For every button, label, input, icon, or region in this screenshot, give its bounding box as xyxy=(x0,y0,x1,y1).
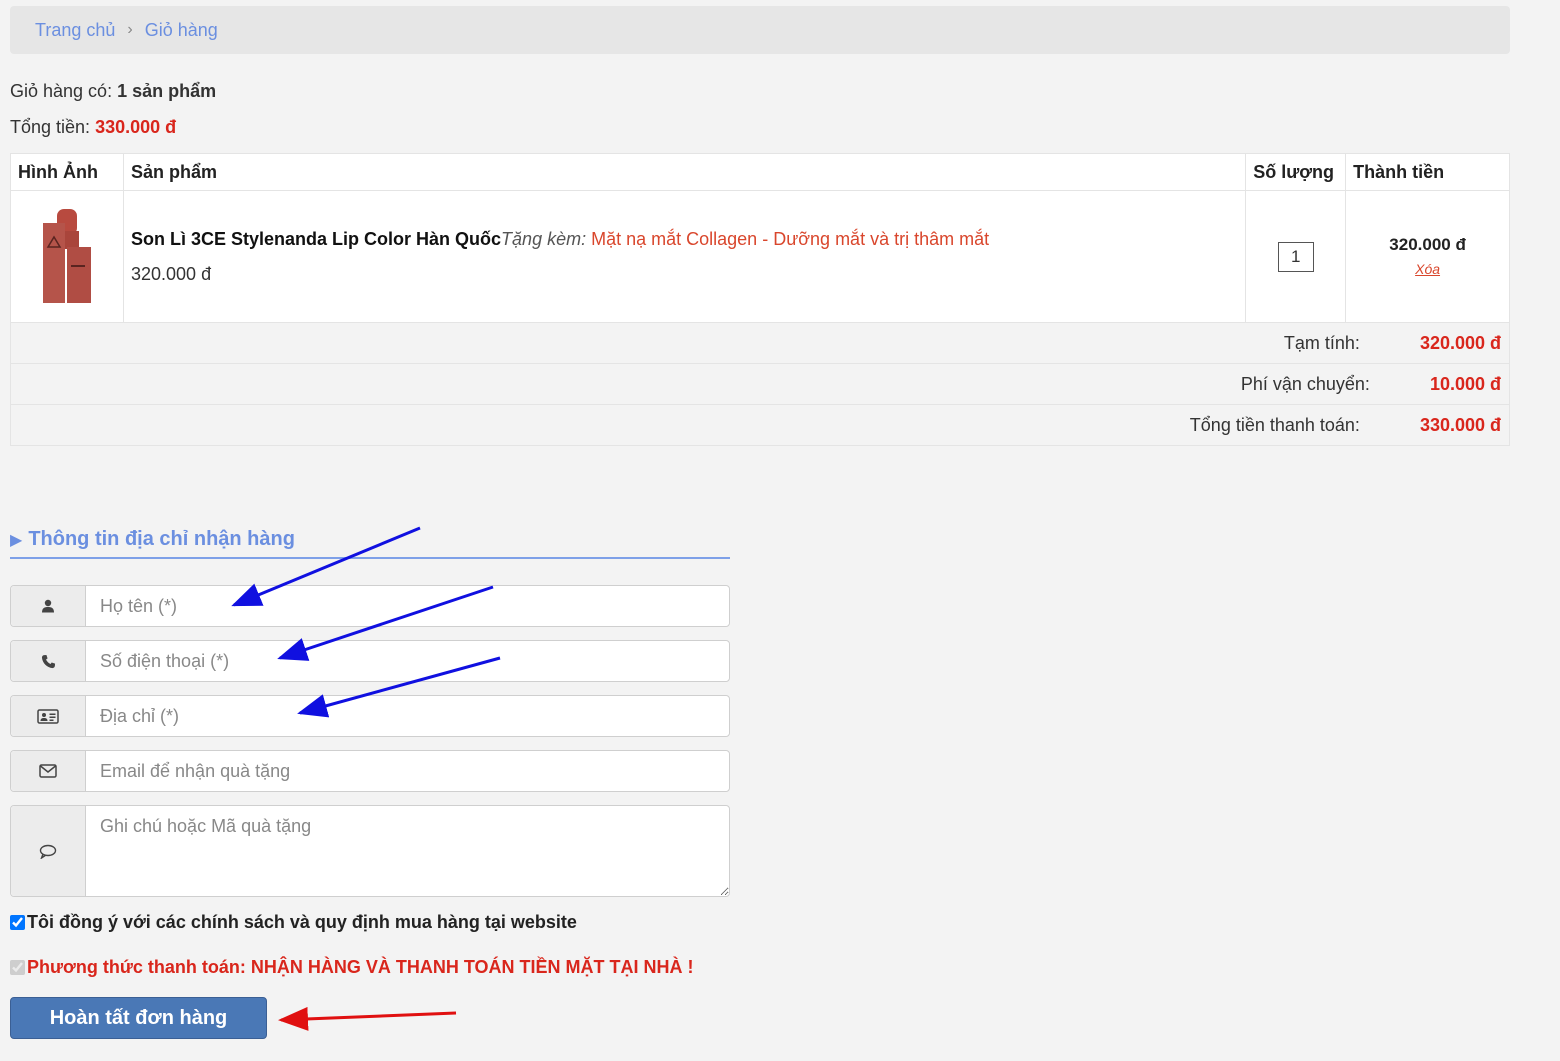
cart-count-value: 1 sản phẩm xyxy=(117,81,217,101)
comment-icon xyxy=(11,806,86,896)
breadcrumb-separator: › xyxy=(127,21,133,38)
envelope-icon xyxy=(11,751,86,791)
subtotal-label: Tạm tính: xyxy=(1283,332,1360,353)
email-field xyxy=(10,750,730,792)
grand-total-row: Tổng tiền thanh toán: 330.000 đ xyxy=(10,404,1510,446)
id-card-icon xyxy=(11,696,86,736)
name-field xyxy=(10,585,730,627)
qty-cell: 1 xyxy=(1245,190,1347,323)
cart-table-header: Hình Ảnh Sản phẩm Số lượng Thành tiền xyxy=(10,153,1510,191)
phone-field xyxy=(10,640,730,682)
grand-total-label: Tổng tiền thanh toán: xyxy=(1189,414,1360,435)
product-image[interactable] xyxy=(11,191,123,322)
gift-text: Mặt nạ mắt Collagen - Dưỡng mắt và trị t… xyxy=(591,228,990,249)
agree-policy-row[interactable]: Tôi đồng ý với các chính sách và quy địn… xyxy=(10,912,577,933)
shipping-fee-row: Phí vận chuyển: 10.000 đ xyxy=(10,363,1510,405)
breadcrumb: Trang chủ › Giỏ hàng xyxy=(10,6,1510,54)
line-total-value: 320.000 đ xyxy=(1389,234,1466,254)
phone-input[interactable] xyxy=(86,641,729,681)
breadcrumb-home-link[interactable]: Trang chủ xyxy=(35,20,115,41)
product-image-cell xyxy=(10,190,124,323)
cart-count-line: Giỏ hàng có: 1 sản phẩm xyxy=(10,81,216,102)
quantity-input[interactable]: 1 xyxy=(1277,241,1314,272)
payment-method-row: Phương thức thanh toán: NHẬN HÀNG VÀ THA… xyxy=(10,957,693,978)
note-textarea[interactable] xyxy=(86,806,729,896)
address-field xyxy=(10,695,730,737)
email-input[interactable] xyxy=(86,751,729,791)
product-unit-price: 320.000 đ xyxy=(131,263,212,284)
note-field xyxy=(10,805,730,897)
grand-total-value: 330.000 đ xyxy=(1419,414,1501,435)
subtotal-value: 320.000 đ xyxy=(1419,332,1501,353)
subtotal-row: Tạm tính: 320.000 đ xyxy=(10,322,1510,364)
lipstick-image xyxy=(43,208,91,303)
payment-method-label: Phương thức thanh toán: NHẬN HÀNG VÀ THA… xyxy=(27,957,694,977)
shipping-section-title-text: Thông tin địa chỉ nhận hàng xyxy=(28,528,295,550)
phone-icon xyxy=(11,641,86,681)
cart-total-label: Tổng tiền: xyxy=(10,117,91,137)
gift-label: Tặng kèm: xyxy=(501,228,587,249)
product-name-link[interactable]: Son Lì 3CE Stylenanda Lip Color Hàn Quốc xyxy=(131,229,501,249)
table-row: Son Lì 3CE Stylenanda Lip Color Hàn Quốc… xyxy=(10,190,1510,323)
header-product: Sản phẩm xyxy=(122,153,1247,191)
header-image: Hình Ảnh xyxy=(10,153,124,191)
name-input[interactable] xyxy=(86,586,729,626)
header-qty: Số lượng xyxy=(1245,153,1347,191)
annotation-arrow-submit xyxy=(278,1006,457,1031)
cart-table: Hình Ảnh Sản phẩm Số lượng Thành tiền So… xyxy=(10,153,1510,446)
user-icon xyxy=(11,586,86,626)
agree-policy-checkbox[interactable] xyxy=(10,915,25,930)
header-total: Thành tiền xyxy=(1345,153,1510,191)
payment-method-checkbox xyxy=(10,960,25,975)
breadcrumb-cart-link[interactable]: Giỏ hàng xyxy=(145,20,218,41)
cart-total-line: Tổng tiền: 330.000 đ xyxy=(10,117,176,138)
agree-policy-label: Tôi đồng ý với các chính sách và quy địn… xyxy=(27,912,577,932)
shipping-fee-label: Phí vận chuyển: xyxy=(1240,373,1370,394)
cart-total-value: 330.000 đ xyxy=(95,117,177,137)
complete-order-button[interactable]: Hoàn tất đơn hàng xyxy=(10,997,267,1039)
address-input[interactable] xyxy=(86,696,729,736)
line-total-cell: 320.000 đ Xóa xyxy=(1345,190,1510,323)
shipping-fee-value: 10.000 đ xyxy=(1429,373,1501,394)
delete-item-link[interactable]: Xóa xyxy=(1415,261,1440,277)
product-info-cell: Son Lì 3CE Stylenanda Lip Color Hàn Quốc… xyxy=(122,190,1247,323)
triangle-right-icon: ▶ xyxy=(10,531,23,549)
shipping-section-title: ▶ Thông tin địa chỉ nhận hàng xyxy=(10,526,730,559)
cart-count-label: Giỏ hàng có: xyxy=(10,81,113,101)
